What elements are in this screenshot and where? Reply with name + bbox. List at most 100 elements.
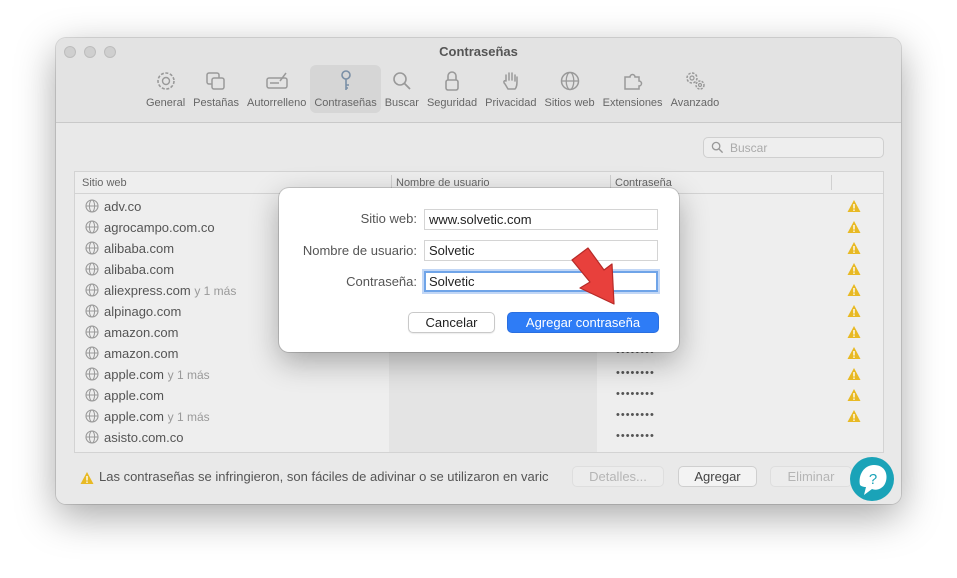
more-count: y 1 más	[194, 284, 237, 298]
help-logo-icon: ?	[850, 457, 894, 501]
preferences-toolbar: General Pestañas Autorrelleno Contraseña…	[142, 65, 723, 113]
search-placeholder: Buscar	[730, 140, 768, 155]
tab-buscar[interactable]: Buscar	[381, 65, 423, 113]
add-password-button[interactable]: Agregar contraseña	[507, 312, 659, 333]
globe-icon	[85, 346, 99, 360]
tab-avanzado[interactable]: Avanzado	[667, 65, 724, 113]
globe-icon	[85, 283, 99, 297]
tab-label: Autorrelleno	[247, 97, 307, 109]
globe-icon	[85, 325, 99, 339]
globe-icon	[85, 262, 99, 276]
site-name: aliexpress.com	[104, 283, 191, 298]
table-row[interactable]: apple.com y 1 más ••••••••	[75, 364, 883, 385]
column-divider	[831, 175, 832, 190]
globe-icon	[560, 71, 579, 91]
globe-icon	[85, 430, 99, 444]
tab-label: Buscar	[384, 97, 419, 109]
password-cell: ••••••••	[616, 430, 655, 442]
globe-icon	[85, 241, 99, 255]
warning-icon	[847, 305, 861, 317]
site-label: Sitio web:	[360, 211, 417, 226]
globe-icon	[85, 388, 99, 402]
svg-text:?: ?	[869, 471, 877, 488]
table-row[interactable]: asisto.com.co ••••••••	[75, 427, 883, 448]
tabs-icon	[206, 72, 225, 90]
globe-icon	[85, 199, 99, 213]
search-field[interactable]: Buscar	[703, 137, 884, 158]
warning-icon	[847, 242, 861, 254]
window-title: Contraseñas	[439, 44, 518, 59]
site-name: apple.com	[104, 388, 164, 403]
password-cell: ••••••••	[616, 409, 655, 421]
password-cell: ••••••••	[616, 367, 655, 379]
globe-icon	[85, 409, 99, 423]
more-count: y 1 más	[167, 368, 210, 382]
tab-privacidad[interactable]: Privacidad	[481, 65, 540, 113]
table-row[interactable]: apple.com y 1 más ••••••••	[75, 406, 883, 427]
globe-icon	[85, 367, 99, 381]
tab-contrasenas[interactable]: Contraseñas	[310, 65, 381, 113]
site-cell: apple.com	[104, 388, 164, 403]
tab-seguridad[interactable]: Seguridad	[423, 65, 481, 113]
tab-pestanas[interactable]: Pestañas	[189, 65, 243, 113]
arrow-pointer-icon	[571, 247, 615, 305]
site-cell: alibaba.com	[104, 262, 174, 277]
tab-general[interactable]: General	[142, 65, 189, 113]
tab-autorrelleno[interactable]: Autorrelleno	[243, 65, 310, 113]
warning-icon	[847, 368, 861, 380]
site-name: asisto.com.co	[104, 430, 184, 445]
site-input[interactable]: www.solvetic.com	[424, 209, 658, 230]
site-cell: alibaba.com	[104, 241, 174, 256]
site-cell: aliexpress.com y 1 más	[104, 283, 236, 298]
site-cell: adv.co	[104, 199, 141, 214]
autofill-icon	[265, 72, 288, 89]
add-button[interactable]: Agregar	[678, 466, 757, 487]
table-row[interactable]: apple.com ••••••••	[75, 385, 883, 406]
site-cell: apple.com y 1 más	[104, 367, 210, 382]
warning-icon	[847, 410, 861, 422]
warning-icon	[80, 472, 94, 484]
site-cell: amazon.com	[104, 346, 178, 361]
warning-icon	[847, 347, 861, 359]
gear-icon	[156, 72, 175, 90]
site-name: agrocampo.com.co	[104, 220, 215, 235]
site-cell: alpinago.com	[104, 304, 181, 319]
tab-extensiones[interactable]: Extensiones	[599, 65, 667, 113]
cancel-button[interactable]: Cancelar	[408, 312, 495, 333]
site-cell: agrocampo.com.co	[104, 220, 215, 235]
security-warning-text: Las contraseñas se infringieron, son fác…	[99, 469, 549, 484]
gears-icon	[686, 72, 705, 90]
tab-label: Avanzado	[670, 97, 720, 109]
site-name: apple.com	[104, 409, 164, 424]
remove-button[interactable]: Eliminar	[770, 466, 852, 487]
globe-icon	[85, 220, 99, 234]
warning-icon	[847, 200, 861, 212]
warning-icon	[847, 389, 861, 401]
title-bar: Contraseñas General Pestañas Autorrellen…	[56, 38, 901, 123]
password-label: Contraseña:	[346, 274, 417, 289]
site-cell: asisto.com.co	[104, 430, 183, 445]
password-cell: ••••••••	[616, 388, 655, 400]
tab-label: General	[146, 97, 186, 109]
more-count: y 1 más	[167, 410, 210, 424]
search-icon	[711, 141, 724, 154]
tab-sitios-web[interactable]: Sitios web	[540, 65, 598, 113]
warning-icon	[847, 326, 861, 338]
tab-label: Seguridad	[426, 97, 478, 109]
site-name: alpinago.com	[104, 304, 182, 319]
tab-label: Extensiones	[602, 97, 663, 109]
site-name: amazon.com	[104, 325, 179, 340]
column-header-site[interactable]: Sitio web	[82, 177, 127, 189]
site-cell: amazon.com	[104, 325, 178, 340]
footer-bar: Las contraseñas se infringieron, son fác…	[56, 453, 901, 504]
warning-icon	[847, 284, 861, 296]
site-name: apple.com	[104, 367, 164, 382]
lock-icon	[445, 71, 459, 91]
tab-label: Privacidad	[485, 97, 537, 109]
search-icon	[393, 72, 411, 90]
site-name: alibaba.com	[104, 262, 175, 277]
site-name: amazon.com	[104, 346, 179, 361]
details-button[interactable]: Detalles...	[572, 466, 664, 487]
tab-label: Sitios web	[544, 97, 595, 109]
key-icon	[340, 70, 351, 90]
